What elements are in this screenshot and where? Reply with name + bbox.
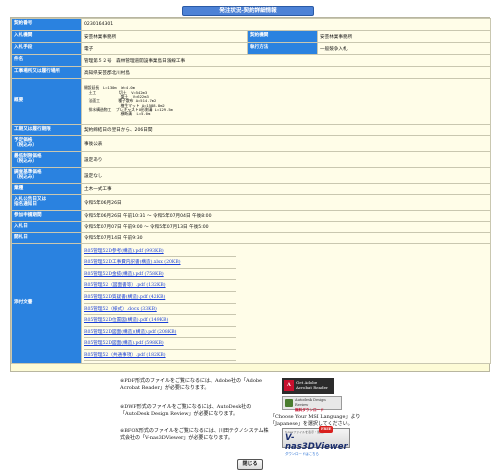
attachment-link[interactable]: R05管理52D位置図(構造).pdf (149KB): [84, 318, 168, 323]
notice-date-label: 入札公告日又は 指名通知日: [11, 194, 82, 211]
page-title: 発注状況-契約詳細情報: [182, 6, 314, 16]
min-price-label: 最低制限価格 （税込み）: [11, 151, 82, 168]
list-item: R05管理52D図面(構造).pdf (598KB): [84, 338, 236, 350]
category-label: 業種: [11, 183, 82, 195]
attachment-link[interactable]: R05管理52（共通事項）.pdf (182KB): [84, 353, 166, 358]
list-item: R05管理52D位置図(構造).pdf (149KB): [84, 315, 236, 327]
notice-date-value: 令和5年06月26日: [81, 194, 491, 211]
table-row: 参加申請期間 令和5年06月26日 午前10:31 ～ 令和5年07月04日 午…: [11, 210, 491, 222]
bfo-note: ※BFOX形式のファイルをご覧になるには、川田テクノシステム株式会社の「V-na…: [120, 428, 269, 441]
apply-period-label: 参加申請期間: [11, 210, 82, 222]
attachment-link[interactable]: R05管理52D質疑書(構造).pdf (42KB): [84, 295, 165, 300]
min-price-value: 設定あり: [81, 151, 491, 168]
summary-label: 概要: [11, 78, 82, 125]
attachment-link[interactable]: R05管理52D図面(構造).pdf (598KB): [84, 341, 164, 346]
attachment-link[interactable]: R05管理52（様式）.docx (33KB): [84, 307, 157, 312]
place-label: 工事場所又は履行場所: [11, 66, 82, 79]
exec-method-value: 一般競争入札: [317, 42, 491, 55]
table-row: 入札手段 電子 執行方法 一般競争入札: [11, 42, 491, 55]
budget-value: 事後公表: [81, 135, 491, 152]
list-item: R05管理52D図面(構造)(構造).pdf (208KB): [84, 327, 236, 339]
contract-detail-table: 契約番号 0230164301 入札機関 安芸林業事務所 契約機関 安芸林業事務…: [11, 18, 491, 364]
table-row: 開札日 令和5年07月14日 午前9:30: [11, 232, 491, 244]
contract-detail-panel: 契約番号 0230164301 入札機関 安芸林業事務所 契約機関 安芸林業事務…: [10, 17, 491, 372]
autodesk-line1: Autodesk Design Review: [295, 398, 326, 407]
adobe-line2: Acrobat Reader: [296, 385, 328, 390]
table-row: 最低制限価格 （税込み） 設定あり: [11, 151, 491, 168]
subject-value: 管理第５２号 森林管理道開設事業島日濱線工事: [81, 54, 491, 67]
adobe-reader-badge[interactable]: A Get Adobe Acrobat Reader: [282, 378, 334, 394]
free-badge: FREE: [319, 426, 334, 433]
attachment-list: R05管理52D参考(構造).pdf (993KB) R05管理52D工事費内訳書…: [84, 246, 488, 362]
attachment-link[interactable]: R05管理52（図面書等）.pdf (132KB): [84, 283, 166, 288]
list-item: R05管理52（様式）.docx (33KB): [84, 304, 236, 316]
subject-label: 件名: [11, 54, 82, 67]
summary-text: 開設延長 L=130m W=4.0m 土工 切土 V=542m3 盛土 V=62…: [84, 85, 173, 117]
attachment-link[interactable]: R05管理52D図面(構造)(構造).pdf (208KB): [84, 330, 176, 335]
org-value: 安芸林業事務所: [81, 30, 248, 43]
contract-no-label: 契約番号: [11, 18, 82, 31]
pdf-icon: A: [284, 380, 294, 391]
method-value: 電子: [81, 42, 248, 55]
close-button[interactable]: 閉じる: [237, 459, 263, 470]
table-row: 契約番号 0230164301: [11, 18, 491, 31]
dwf-note: ※DWF形式のファイルをご覧になるには、AutoDesk社の「AutoDesk …: [120, 404, 252, 417]
survey-price-label: 調査基準価格 （税込み）: [11, 167, 82, 184]
table-row: 入札公告日又は 指名通知日 令和5年06月26日: [11, 194, 491, 211]
contract-org-label: 契約機関: [247, 30, 318, 43]
table-row: 添付文書 R05管理52D参考(構造).pdf (993KB) R05管理52D工…: [11, 243, 491, 364]
apply-period-value: 令和5年06月26日 午前10:31 ～ 令和5年07月04日 午後8:00: [81, 210, 491, 222]
vnas-viewer-badge[interactable]: FREE V-nasファイルを表示・閲覧！ V-nas3DViewer ダウンロ…: [282, 426, 350, 456]
vnas-title: V-nas3DViewer: [285, 433, 348, 452]
vnas-download: ダウンロードはこちら: [285, 452, 319, 456]
contract-no-value: 0230164301: [81, 18, 491, 31]
list-item: R05管理52（図面書等）.pdf (132KB): [84, 280, 236, 292]
summary-value: 開設延長 L=130m W=4.0m 土工 切土 V=542m3 盛土 V=62…: [81, 78, 491, 125]
exec-method-label: 執行方法: [247, 42, 318, 55]
survey-price-value: 設定なし: [81, 167, 491, 184]
pdf-note: ※PDF形式のファイルをご覧になるには、Adobe社の「Adobe Acroba…: [120, 378, 262, 391]
table-row: 工事場所又は履行場所 高知県安芸郡北川村島: [11, 66, 491, 79]
autodesk-badge[interactable]: Autodesk Design Review 無料ダウンロード: [282, 396, 342, 412]
bid-period-label: 入札日: [11, 221, 82, 233]
org-label: 入札機関: [11, 30, 82, 43]
list-item: R05管理52D質疑書(構造).pdf (42KB): [84, 292, 236, 304]
table-row: 概要 開設延長 L=130m W=4.0m 土工 切土 V=542m3 盛土 V…: [11, 78, 491, 125]
category-value: 土木一式工事: [81, 183, 491, 195]
period-value: 契約締結日の翌日から、206日間: [81, 124, 491, 136]
attachment-link[interactable]: R05管理52D参考(構造).pdf (993KB): [84, 249, 164, 254]
method-label: 入札手段: [11, 42, 82, 55]
attachments-value: R05管理52D参考(構造).pdf (993KB) R05管理52D工事費内訳書…: [81, 243, 491, 364]
list-item: R05管理52D工事費内訳書(構造).xlsx (20KB): [84, 257, 236, 269]
autodesk-icon: [285, 399, 293, 407]
budget-label: 予定価格 （税込み）: [11, 135, 82, 152]
table-row: 調査基準価格 （税込み） 設定なし: [11, 167, 491, 184]
autodesk-line2: 無料ダウンロード: [295, 408, 324, 412]
bid-period-value: 令和5年07月07日 午前9:00 ～ 令和5年07月13日 午後5:00: [81, 221, 491, 233]
table-row: 入札日 令和5年07月07日 午前9:00 ～ 令和5年07月13日 午後5:0…: [11, 221, 491, 233]
table-row: 業種 土木一式工事: [11, 183, 491, 195]
list-item: R05管理52D金抜(構造).pdf (758KB): [84, 269, 236, 281]
attachment-link[interactable]: R05管理52D工事費内訳書(構造).xlsx (20KB): [84, 260, 181, 265]
attachments-label: 添付文書: [11, 243, 82, 364]
attachment-link[interactable]: R05管理52D金抜(構造).pdf (758KB): [84, 272, 164, 277]
table-row: 工期又は履行期限 契約締結日の翌日から、206日間: [11, 124, 491, 136]
open-date-value: 令和5年07月14日 午前9:30: [81, 232, 491, 244]
table-row: 件名 管理第５２号 森林管理道開設事業島日濱線工事: [11, 54, 491, 67]
open-date-label: 開札日: [11, 232, 82, 244]
place-value: 高知県安芸郡北川村島: [81, 66, 491, 79]
period-label: 工期又は履行期限: [11, 124, 82, 136]
table-row: 入札機関 安芸林業事務所 契約機関 安芸林業事務所: [11, 30, 491, 43]
list-item: R05管理52（共通事項）.pdf (182KB): [84, 350, 236, 362]
list-item: R05管理52D参考(構造).pdf (993KB): [84, 246, 236, 258]
table-row: 予定価格 （税込み） 事後公表: [11, 135, 491, 152]
contract-org-value: 安芸林業事務所: [317, 30, 491, 43]
